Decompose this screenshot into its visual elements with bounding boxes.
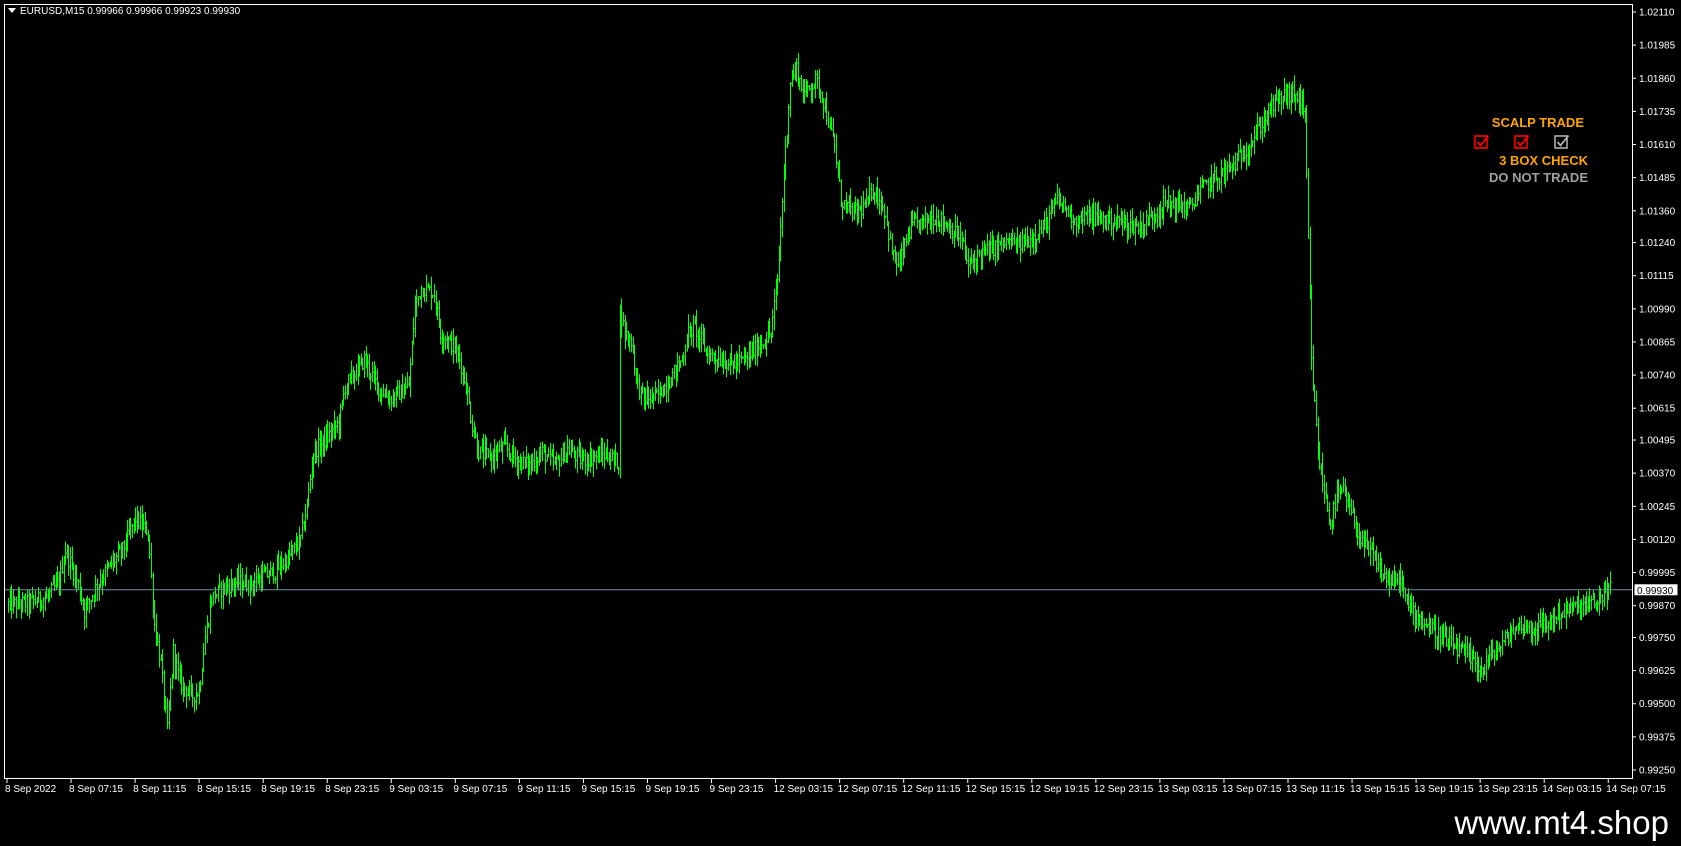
x-tick-label: 8 Sep 19:15	[261, 784, 315, 795]
x-tick-label: 8 Sep 23:15	[325, 784, 379, 795]
x-tick-label: 13 Sep 19:15	[1414, 784, 1474, 795]
checkbox-icon-2	[1514, 134, 1530, 149]
x-tick-label: 9 Sep 11:15	[517, 784, 571, 795]
y-tick-label: 1.00990	[1639, 304, 1676, 315]
checkbox-icon-1	[1474, 134, 1490, 149]
y-tick-label: 0.99500	[1639, 699, 1676, 710]
checkbox-icon-3	[1554, 134, 1570, 149]
y-tick-label: 1.00740	[1639, 371, 1676, 382]
chart-window: 1.02110 1.01985 1.01860 1.01735 1.01610 1.014…	[0, 0, 1681, 846]
symbol-header[interactable]: EURUSD,M15 0.99966 0.99966 0.99923 0.999…	[8, 6, 240, 18]
x-tick-label: 8 Sep 15:15	[197, 784, 251, 795]
y-tick-label: 1.01985	[1639, 41, 1676, 52]
candles	[8, 52, 1612, 730]
plot-frame	[4, 4, 1633, 779]
site-url: www.mt4.shop	[1454, 804, 1669, 841]
y-tick-label: 0.99250	[1639, 766, 1676, 777]
indicator-title: SCALP TRADE	[1491, 115, 1584, 130]
current-price-label: 0.99930	[1637, 586, 1674, 597]
y-tick-label: 1.01115	[1639, 271, 1674, 282]
y-tick-label: 1.01240	[1639, 238, 1676, 249]
price-chart[interactable]: 1.02110 1.01985 1.01860 1.01735 1.01610 1.014…	[0, 0, 1681, 800]
scalp-trade-indicator: SCALP TRADE 3 BOX CHECK DO NOT TRADE	[1474, 115, 1588, 187]
current-price-tag: 0.99930	[1633, 583, 1679, 597]
x-tick-label: 13 Sep 15:15	[1350, 784, 1410, 795]
x-tick-label: 12 Sep 11:15	[902, 784, 961, 795]
symbol-header-text: EURUSD,M15 0.99966 0.99966 0.99923 0.999…	[20, 6, 241, 17]
y-tick-label: 1.00245	[1639, 502, 1676, 513]
x-tick-label: 12 Sep 15:15	[966, 784, 1026, 795]
y-tick-label: 0.99995	[1639, 568, 1676, 579]
y-tick-label: 1.02110	[1639, 8, 1675, 19]
x-tick-label: 12 Sep 23:15	[1094, 784, 1154, 795]
y-tick-label: 1.01735	[1639, 107, 1676, 118]
time-axis[interactable]: 8 Sep 2022 8 Sep 07:15 8 Sep 11:15 8 Sep 15…	[5, 778, 1666, 795]
x-tick-label: 13 Sep 23:15	[1478, 784, 1538, 795]
y-tick-label: 1.00495	[1639, 436, 1676, 447]
y-tick-label: 0.99870	[1639, 601, 1676, 612]
x-tick-label: 13 Sep 11:15	[1286, 784, 1345, 795]
y-tick-label: 1.01610	[1639, 140, 1676, 151]
x-tick-label: 12 Sep 03:15	[774, 784, 834, 795]
y-tick-label: 1.01360	[1639, 206, 1676, 217]
y-tick-label: 1.00370	[1639, 469, 1676, 480]
x-tick-label: 14 Sep 03:15	[1542, 784, 1602, 795]
x-tick-label: 9 Sep 23:15	[710, 784, 764, 795]
watermark-bar: www.mt4.shop	[0, 800, 1681, 846]
indicator-status: DO NOT TRADE	[1489, 170, 1588, 185]
y-tick-label: 1.01860	[1639, 74, 1676, 85]
x-tick-label: 12 Sep 19:15	[1030, 784, 1090, 795]
x-tick-label: 9 Sep 15:15	[581, 784, 635, 795]
x-tick-label: 12 Sep 07:15	[838, 784, 898, 795]
y-tick-label: 0.99625	[1639, 666, 1676, 677]
x-tick-label: 9 Sep 07:15	[453, 784, 507, 795]
x-tick-label: 9 Sep 03:15	[389, 784, 443, 795]
x-tick-label: 8 Sep 2022	[5, 784, 57, 795]
x-tick-label: 8 Sep 07:15	[69, 784, 123, 795]
y-tick-label: 1.01485	[1639, 173, 1676, 184]
y-tick-label: 0.99750	[1639, 633, 1676, 644]
x-tick-label: 13 Sep 03:15	[1158, 784, 1218, 795]
x-tick-label: 14 Sep 07:15	[1606, 784, 1666, 795]
chevron-down-icon[interactable]	[8, 8, 16, 13]
price-axis[interactable]: 1.02110 1.01985 1.01860 1.01735 1.01610 1.014…	[1632, 8, 1676, 777]
x-tick-label: 8 Sep 11:15	[133, 784, 187, 795]
x-tick-label: 13 Sep 07:15	[1222, 784, 1282, 795]
y-tick-label: 1.00865	[1639, 337, 1676, 348]
x-tick-label: 9 Sep 19:15	[646, 784, 700, 795]
y-tick-label: 1.00615	[1639, 404, 1676, 415]
y-tick-label: 0.99375	[1639, 732, 1676, 743]
indicator-label-main: 3 BOX CHECK	[1499, 153, 1588, 168]
y-tick-label: 1.00120	[1639, 535, 1676, 546]
indicator-checkboxes	[1474, 131, 1584, 153]
